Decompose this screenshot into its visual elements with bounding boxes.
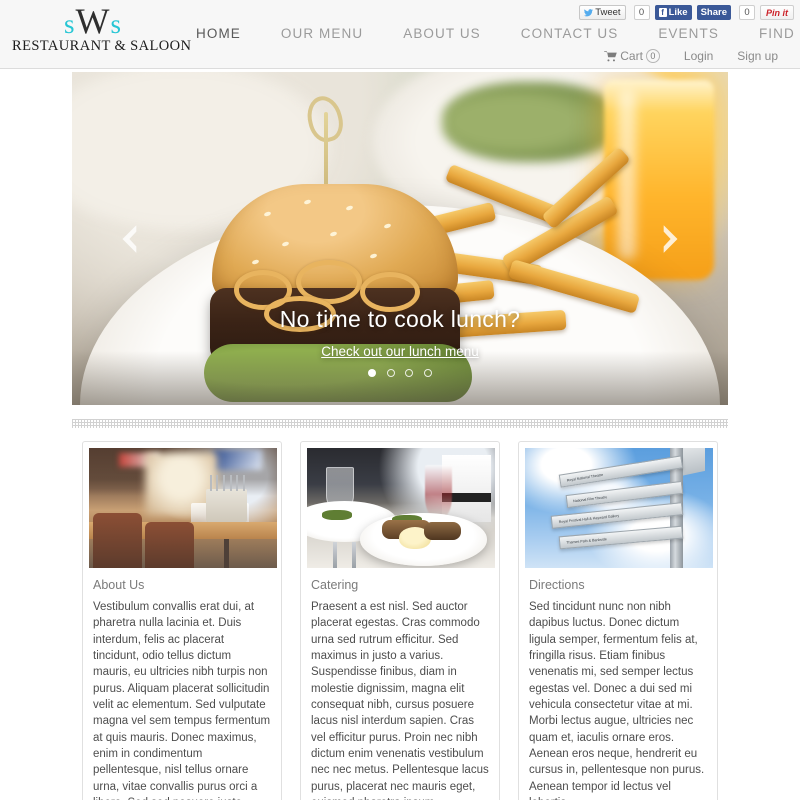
social-share-bar: Tweet 0 f Like Share 0 Pin it bbox=[579, 5, 794, 20]
section-divider-wrap bbox=[0, 411, 800, 441]
facebook-share-count: 0 bbox=[739, 5, 755, 20]
shopping-cart-icon bbox=[604, 50, 618, 61]
facebook-f-icon: f bbox=[658, 8, 667, 17]
hero-subtitle-link[interactable]: Check out our lunch menu bbox=[321, 344, 479, 359]
signpost-label-1: Royal National Theatre bbox=[566, 472, 604, 482]
account-bar: Cart 0 Login Sign up bbox=[592, 49, 790, 63]
cart-label: Cart bbox=[620, 49, 643, 63]
card-text: Vestibulum convallis erat dui, at pharet… bbox=[93, 601, 271, 800]
carousel-dot-3[interactable] bbox=[405, 368, 414, 377]
card-title: Directions bbox=[529, 578, 585, 592]
carousel-dot-1[interactable] bbox=[368, 368, 377, 377]
signpost-label-2: National Film Theatre bbox=[573, 494, 608, 503]
card-directions: Royal National Theatre National Film The… bbox=[518, 441, 718, 800]
hero-carousel[interactable]: No time to cook lunch? Check out our lun… bbox=[72, 72, 728, 405]
hero-caption: No time to cook lunch? Check out our lun… bbox=[72, 306, 728, 361]
feature-cards: About Us Vestibulum convallis erat dui, … bbox=[0, 441, 800, 800]
twitter-tweet-label: Tweet bbox=[595, 7, 621, 18]
signup-link[interactable]: Sign up bbox=[725, 49, 790, 63]
logo-subtitle: RESTAURANT & SALOON bbox=[12, 38, 192, 54]
dotted-divider bbox=[72, 419, 728, 428]
signpost-label-4: Thames Path & Bankside bbox=[565, 536, 607, 545]
site-logo[interactable]: sWs RESTAURANT & SALOON bbox=[12, 3, 192, 54]
cart-link[interactable]: Cart 0 bbox=[592, 49, 672, 63]
facebook-share-label: Share bbox=[700, 7, 727, 18]
card-catering: Catering Praesent a est nisl. Sed auctor… bbox=[300, 441, 500, 800]
card-body: Catering Praesent a est nisl. Sed auctor… bbox=[307, 568, 493, 800]
login-link[interactable]: Login bbox=[672, 49, 725, 63]
pinterest-pin-button[interactable]: Pin it bbox=[760, 5, 794, 20]
twitter-tweet-button[interactable]: Tweet bbox=[579, 5, 626, 20]
nav-item-find-us[interactable]: FIND US bbox=[739, 26, 800, 41]
card-image-signpost: Royal National Theatre National Film The… bbox=[525, 448, 713, 568]
card-text: Sed tincidunt nunc non nibh dapibus luct… bbox=[529, 601, 705, 800]
logo-letter-s-left: s bbox=[63, 9, 76, 39]
facebook-like-label: Like bbox=[668, 7, 688, 18]
twitter-count: 0 bbox=[633, 5, 650, 20]
twitter-bird-icon bbox=[584, 8, 594, 16]
nav-item-our-menu[interactable]: OUR MENU bbox=[261, 26, 383, 41]
pinterest-pin-label: Pin it bbox=[766, 7, 788, 18]
cart-count-badge: 0 bbox=[645, 49, 660, 63]
carousel-dot-4[interactable] bbox=[423, 368, 432, 377]
signpost-label-3: Royal Festival Hall & Hayward Gallery bbox=[558, 513, 620, 524]
site-header: sWs RESTAURANT & SALOON HOME OUR MENU AB… bbox=[0, 0, 800, 69]
carousel-prev-arrow-icon[interactable] bbox=[118, 222, 144, 256]
card-title: About Us bbox=[93, 578, 145, 592]
hero-title: No time to cook lunch? bbox=[279, 306, 521, 332]
logo-wordmark: sWs bbox=[12, 3, 174, 40]
card-body: Directions Sed tincidunt nunc non nibh d… bbox=[525, 568, 711, 800]
card-about-us: About Us Vestibulum convallis erat dui, … bbox=[82, 441, 282, 800]
nav-item-contact-us[interactable]: CONTACT US bbox=[501, 26, 639, 41]
nav-item-events[interactable]: EVENTS bbox=[638, 26, 739, 41]
nav-item-about-us[interactable]: ABOUT US bbox=[383, 26, 501, 41]
main-navigation: HOME OUR MENU ABOUT US CONTACT US EVENTS… bbox=[176, 26, 800, 41]
carousel-dots bbox=[72, 364, 728, 382]
logo-letter-s-right: s bbox=[110, 9, 122, 39]
card-text: Praesent a est nisl. Sed auctor placerat… bbox=[311, 601, 489, 800]
logo-letter-w: W bbox=[75, 1, 111, 41]
carousel-dot-2[interactable] bbox=[386, 368, 395, 377]
card-body: About Us Vestibulum convallis erat dui, … bbox=[89, 568, 275, 800]
card-image-restaurant-interior bbox=[89, 448, 277, 568]
card-image-plated-dish bbox=[307, 448, 495, 568]
carousel-next-arrow-icon[interactable] bbox=[656, 222, 682, 256]
hero-carousel-section: No time to cook lunch? Check out our lun… bbox=[0, 69, 800, 411]
facebook-share-button[interactable]: Share bbox=[696, 5, 731, 20]
card-title: Catering bbox=[311, 578, 359, 592]
facebook-like-button[interactable]: f Like bbox=[654, 5, 692, 20]
nav-item-home[interactable]: HOME bbox=[176, 26, 261, 41]
